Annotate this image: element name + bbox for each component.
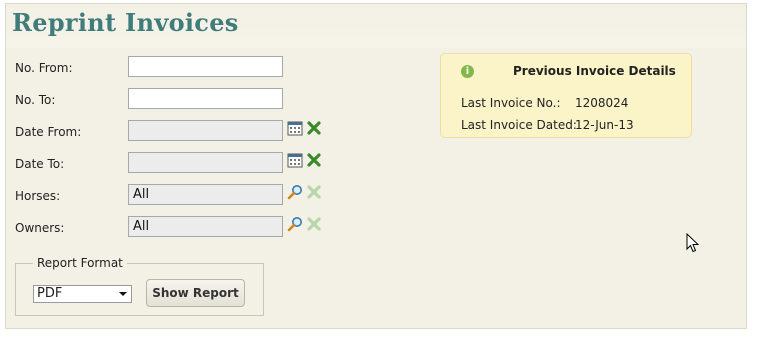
chevron-down-icon	[119, 292, 127, 296]
report-format-selected: PDF	[37, 286, 63, 301]
last-invoice-dated-value: 12-Jun-13	[575, 118, 634, 132]
last-invoice-no-value: 1208024	[575, 96, 629, 110]
magnifier-icon[interactable]	[287, 216, 303, 232]
clear-horses-icon[interactable]	[306, 184, 322, 200]
horses-field[interactable]: All	[128, 184, 283, 205]
date-from-label: Date From:	[15, 125, 82, 139]
no-from-label: No. From:	[15, 61, 73, 75]
magnifier-icon[interactable]	[287, 184, 303, 200]
previous-invoice-box: i Previous Invoice Details Last Invoice …	[440, 53, 692, 138]
page-title: Reprint Invoices	[12, 8, 239, 37]
last-invoice-no-label: Last Invoice No.:	[461, 96, 561, 110]
previous-invoice-title: Previous Invoice Details	[513, 64, 676, 78]
report-format-legend: Report Format	[37, 256, 123, 270]
no-to-input[interactable]	[128, 88, 283, 109]
date-to-input[interactable]	[128, 152, 283, 173]
clear-date-from-icon[interactable]	[306, 120, 322, 136]
calendar-icon[interactable]	[287, 120, 303, 136]
owners-label: Owners:	[15, 221, 65, 235]
owners-field[interactable]: All	[128, 216, 283, 237]
reprint-invoices-panel: Reprint Invoices No. From: No. To: Date …	[5, 3, 747, 329]
horses-label: Horses:	[15, 189, 61, 203]
no-from-input[interactable]	[128, 56, 283, 77]
clear-owners-icon[interactable]	[306, 216, 322, 232]
report-format-select[interactable]: PDF	[33, 285, 132, 303]
info-icon: i	[461, 65, 474, 78]
show-report-button[interactable]: Show Report	[146, 279, 245, 307]
date-from-input[interactable]	[128, 120, 283, 141]
calendar-icon[interactable]	[287, 152, 303, 168]
last-invoice-dated-label: Last Invoice Dated:	[461, 118, 577, 132]
date-to-label: Date To:	[15, 157, 65, 171]
no-to-label: No. To:	[15, 93, 56, 107]
mouse-cursor-icon	[686, 233, 700, 253]
clear-date-to-icon[interactable]	[306, 152, 322, 168]
